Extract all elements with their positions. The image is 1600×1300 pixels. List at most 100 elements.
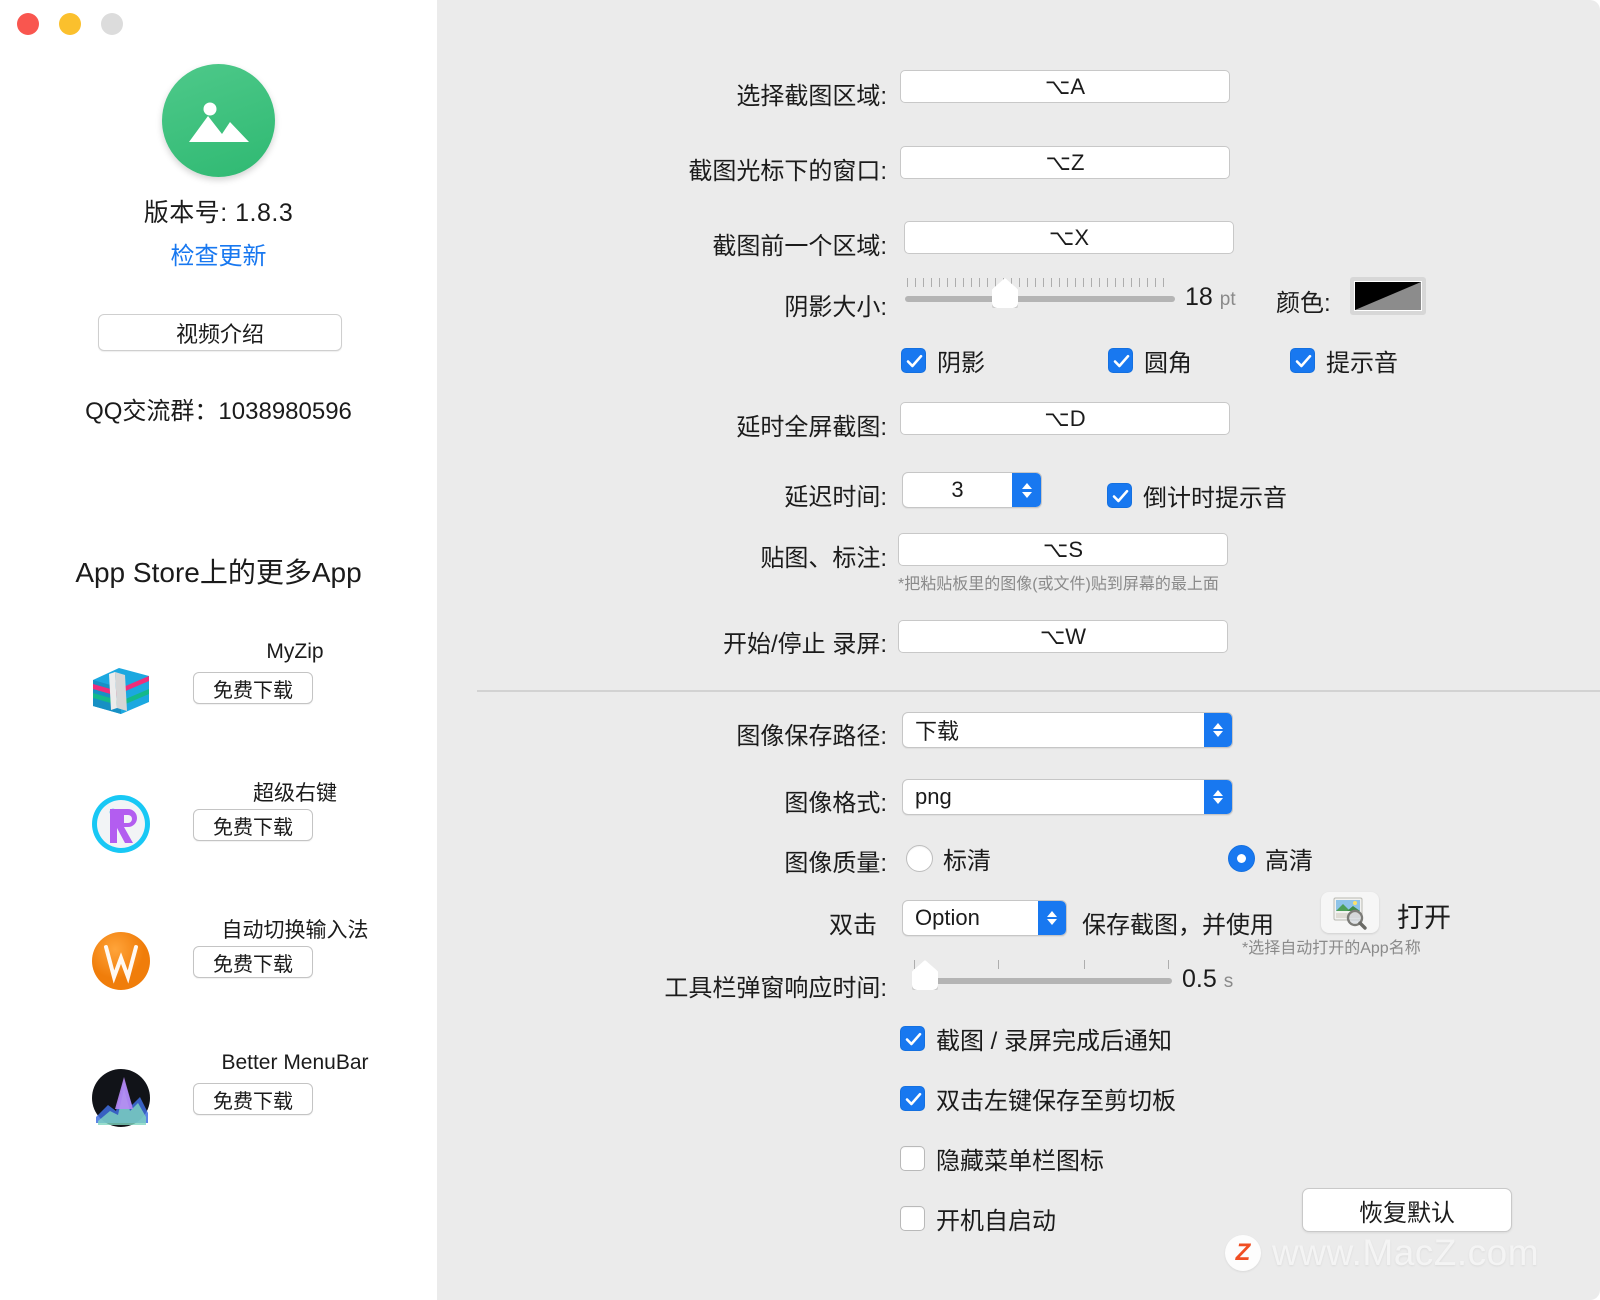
delay-time-value: 3: [951, 477, 964, 502]
delay-fullscreen-field[interactable]: ⌥D: [900, 402, 1230, 435]
download-button[interactable]: 免费下载: [193, 809, 313, 841]
checkbox-shadow[interactable]: 阴影: [901, 343, 985, 378]
color-swatch: [1355, 282, 1421, 310]
list-item: 自动切换输入法 免费下载: [0, 914, 437, 1051]
more-apps-title: App Store上的更多App: [75, 557, 362, 588]
list-item: MyZip 免费下载: [0, 640, 437, 777]
sidebar: 版本号: 1.8.3 检查更新 视频介绍 QQ交流群：1038980596 Ap…: [0, 0, 437, 1300]
chevron-updown-icon[interactable]: [1038, 901, 1066, 935]
sticker-note: *把粘贴板里的图像(或文件)贴到屏幕的最上面: [898, 576, 1219, 593]
radio-label: 标清: [943, 848, 991, 875]
zoom-button[interactable]: [101, 13, 123, 35]
record-field[interactable]: ⌥W: [898, 620, 1228, 653]
shadow-size-slider[interactable]: [905, 278, 1175, 308]
shadow-size-label: 阴影大小:: [784, 294, 887, 321]
download-button[interactable]: 免费下载: [193, 1083, 313, 1115]
list-item: 超级右键 免费下载: [0, 777, 437, 914]
check-icon: [900, 1206, 925, 1231]
photo-icon: [162, 64, 275, 177]
hotkey-field-previous-area[interactable]: ⌥X: [904, 221, 1234, 254]
save-path-select[interactable]: 下载: [902, 712, 1233, 748]
app-name: 自动切换输入法: [221, 919, 369, 942]
checkbox-sound[interactable]: 提示音: [1290, 343, 1398, 378]
checkbox-notify-after-capture[interactable]: 截图 / 录屏完成后通知: [900, 1021, 1172, 1056]
shadow-size-value: 18 pt: [1185, 283, 1236, 312]
sticker-field[interactable]: ⌥S: [898, 533, 1228, 566]
hotkey-field-select-area[interactable]: ⌥A: [900, 70, 1230, 103]
app-name: MyZip: [266, 640, 324, 663]
double-click-prefix-label: 双击: [829, 912, 877, 939]
slider-ticks: [905, 278, 1175, 290]
checkbox-launch-at-login[interactable]: 开机自启动: [900, 1201, 1056, 1236]
watermark-text: www.MacZ.com: [1272, 1232, 1540, 1273]
check-icon: [900, 1086, 925, 1111]
delay-time-stepper[interactable]: 3: [902, 472, 1042, 508]
preview-app-icon[interactable]: [1321, 892, 1379, 933]
video-intro-button[interactable]: 视频介绍: [98, 314, 342, 351]
sticker-label: 贴图、标注:: [760, 545, 887, 572]
minimize-button[interactable]: [59, 13, 81, 35]
save-path-label: 图像保存路径:: [736, 723, 887, 750]
version-label: 版本号: 1.8.3: [143, 199, 294, 227]
image-quality-label: 图像质量:: [784, 850, 887, 877]
double-click-note: *选择自动打开的App名称: [1242, 940, 1421, 957]
check-icon: [1290, 348, 1315, 373]
checkbox-hide-menubar-icon[interactable]: 隐藏菜单栏图标: [900, 1141, 1104, 1176]
radio-high-quality[interactable]: 高清: [1228, 841, 1313, 876]
hotkey-label-window-under-cursor: 截图光标下的窗口:: [688, 158, 887, 185]
checkbox-label: 开机自启动: [936, 1208, 1056, 1235]
double-click-modifier-value: Option: [915, 905, 980, 930]
checkbox-doubleclick-to-clipboard[interactable]: 双击左键保存至剪切板: [900, 1081, 1176, 1116]
irightmouse-icon: [88, 791, 154, 857]
close-button[interactable]: [17, 13, 39, 35]
save-path-value: 下载: [915, 719, 960, 744]
check-icon: [901, 348, 926, 373]
toolbar-popup-delay-label: 工具栏弹窗响应时间:: [664, 975, 887, 1002]
myzip-icon: [88, 654, 154, 720]
image-format-value: png: [915, 784, 952, 809]
bettermenubar-icon: [88, 1065, 154, 1131]
radio-standard-quality[interactable]: 标清: [906, 841, 991, 876]
shadow-size-unit: pt: [1219, 289, 1236, 310]
autoswitchinput-icon: [88, 928, 154, 994]
hotkey-label-previous-area: 截图前一个区域:: [712, 233, 887, 260]
check-update-link[interactable]: 检查更新: [0, 236, 437, 271]
restore-defaults-button[interactable]: 恢复默认: [1302, 1188, 1512, 1232]
double-click-modifier-select[interactable]: Option: [902, 900, 1067, 936]
toolbar-popup-delay-slider[interactable]: [912, 960, 1172, 990]
checkbox-label: 双击左键保存至剪切板: [936, 1088, 1176, 1115]
download-button[interactable]: 免费下载: [193, 672, 313, 704]
record-label: 开始/停止 录屏:: [722, 631, 887, 658]
photo-icon-glyph: [188, 102, 249, 142]
check-icon: [1107, 483, 1132, 508]
chevron-updown-icon[interactable]: [1204, 713, 1232, 747]
qq-group-label: QQ交流群：1038980596: [85, 398, 352, 425]
slider-ticks: [912, 960, 1172, 972]
radio-label: 高清: [1265, 848, 1313, 875]
hotkey-label-select-area: 选择截图区域:: [736, 83, 887, 110]
color-well[interactable]: [1350, 277, 1426, 315]
check-icon: [1108, 348, 1133, 373]
window-controls: [17, 13, 123, 35]
checkbox-rounded-corner[interactable]: 圆角: [1108, 343, 1192, 378]
hotkey-field-window-under-cursor[interactable]: ⌥Z: [900, 146, 1230, 179]
stepper-arrows-icon[interactable]: [1012, 473, 1041, 507]
checkbox-label: 阴影: [937, 350, 985, 377]
section-divider: [477, 690, 1600, 692]
list-item: Better MenuBar 免费下载: [0, 1051, 437, 1188]
app-name: Better MenuBar: [221, 1051, 369, 1074]
download-button[interactable]: 免费下载: [193, 946, 313, 978]
radio-circle-icon: [1228, 845, 1255, 872]
chevron-updown-icon[interactable]: [1204, 780, 1232, 814]
open-label: 打开: [1397, 903, 1451, 933]
toolbar-popup-delay-number: 0.5: [1182, 965, 1217, 993]
image-format-select[interactable]: png: [902, 779, 1233, 815]
checkbox-countdown-sound[interactable]: 倒计时提示音: [1107, 478, 1287, 513]
checkbox-label: 截图 / 录屏完成后通知: [936, 1028, 1173, 1055]
watermark: Z www.MacZ.com: [1225, 1232, 1539, 1274]
delay-fullscreen-label: 延时全屏截图:: [736, 414, 887, 441]
checkbox-label: 圆角: [1144, 350, 1192, 377]
app-name: 超级右键: [253, 782, 337, 805]
delay-time-label: 延迟时间:: [784, 484, 887, 511]
app-logo: [0, 64, 437, 177]
